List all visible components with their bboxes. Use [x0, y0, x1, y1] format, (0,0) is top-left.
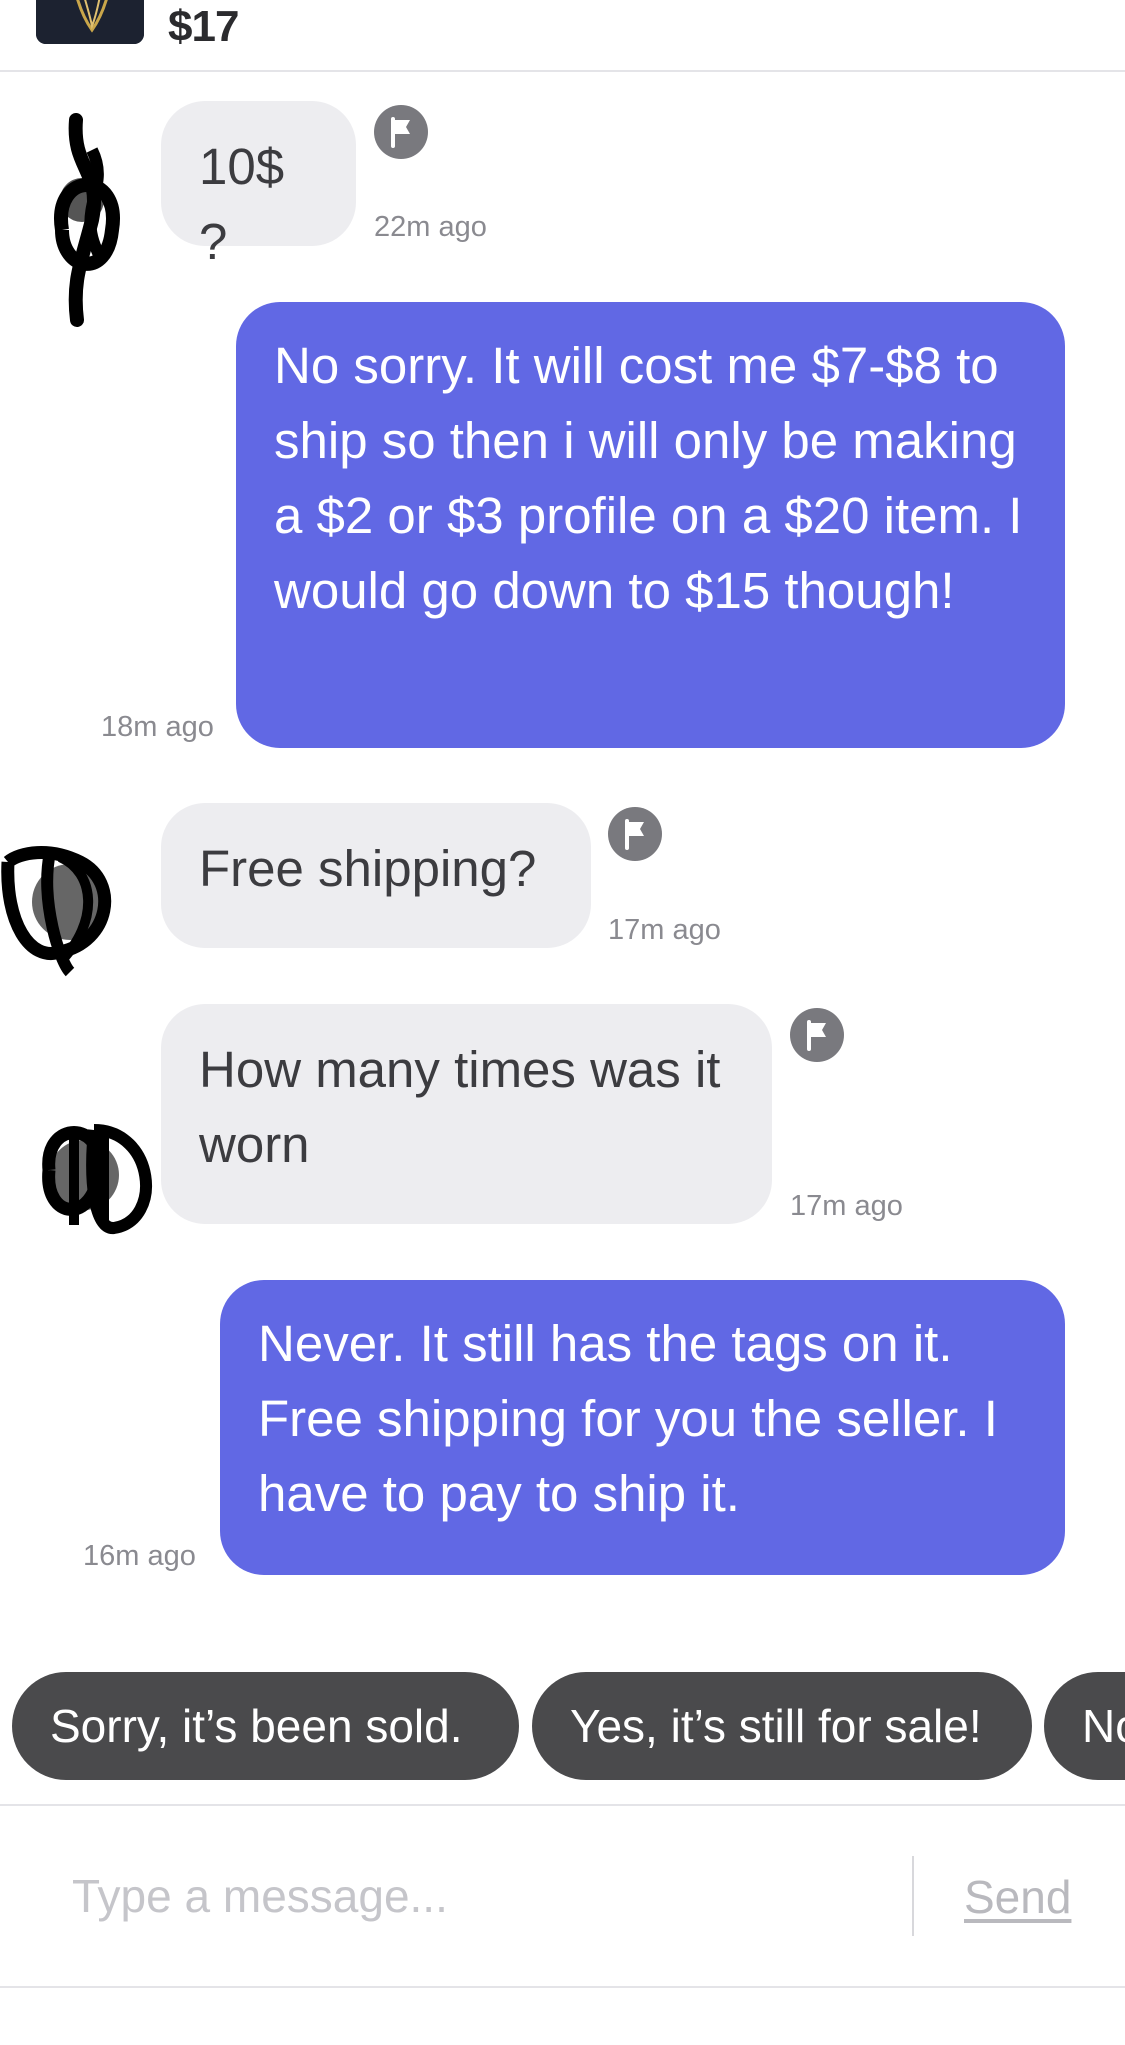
report-flag-button[interactable] — [790, 1008, 844, 1062]
message-text: 10$ ? — [199, 138, 299, 270]
message-timestamp: 22m ago — [374, 211, 487, 243]
message-timestamp: 16m ago — [83, 1540, 196, 1572]
message-bubble-incoming[interactable]: 10$ ? — [161, 101, 356, 270]
message-bubble-outgoing[interactable]: No sorry. It will cost me $7-$8 to ship … — [236, 302, 1065, 748]
listing-price: $17 — [168, 2, 239, 51]
message-composer: Send — [0, 1804, 1125, 1988]
message-bubble-incoming[interactable]: How many times was it worn — [161, 1004, 772, 1224]
flag-icon — [608, 807, 662, 861]
report-flag-button[interactable] — [608, 807, 662, 861]
message-timestamp: 17m ago — [608, 914, 721, 946]
composer-divider — [912, 1856, 914, 1936]
message-text: How many times was it worn — [199, 1041, 735, 1173]
quick-reply-chip[interactable]: No — [1044, 1672, 1125, 1780]
scribbled-avatar-icon — [54, 113, 120, 327]
flag-icon — [790, 1008, 844, 1062]
listing-thumbnail[interactable] — [36, 0, 144, 44]
report-flag-button[interactable] — [374, 105, 428, 159]
message-text: Never. It still has the tags on it. Free… — [258, 1315, 1013, 1522]
sender-avatar[interactable] — [0, 842, 130, 982]
message-timestamp: 18m ago — [101, 711, 214, 743]
quick-reply-chip[interactable]: Sorry, it’s been sold. — [12, 1672, 519, 1780]
sender-avatar[interactable] — [32, 110, 124, 330]
message-text: Free shipping? — [199, 840, 537, 897]
listing-header[interactable]: $17 — [0, 0, 1125, 72]
quick-reply-chip[interactable]: Yes, it’s still for sale! — [532, 1672, 1032, 1780]
message-bubble-outgoing[interactable]: Never. It still has the tags on it. Free… — [220, 1280, 1065, 1575]
message-timestamp: 17m ago — [790, 1190, 903, 1222]
scribbled-avatar-icon — [1, 846, 112, 977]
scribbled-avatar-icon — [42, 1124, 152, 1234]
listing-photo-icon — [36, 0, 144, 44]
message-text: No sorry. It will cost me $7-$8 to ship … — [274, 337, 1037, 619]
quick-reply-bar[interactable]: Sorry, it’s been sold. Yes, it’s still f… — [0, 1672, 1125, 1782]
send-button[interactable]: Send — [964, 1870, 1071, 1924]
message-bubble-incoming[interactable]: Free shipping? — [161, 803, 591, 948]
flag-icon — [374, 105, 428, 159]
sender-avatar[interactable] — [34, 1110, 164, 1240]
message-input[interactable] — [72, 1856, 872, 1936]
